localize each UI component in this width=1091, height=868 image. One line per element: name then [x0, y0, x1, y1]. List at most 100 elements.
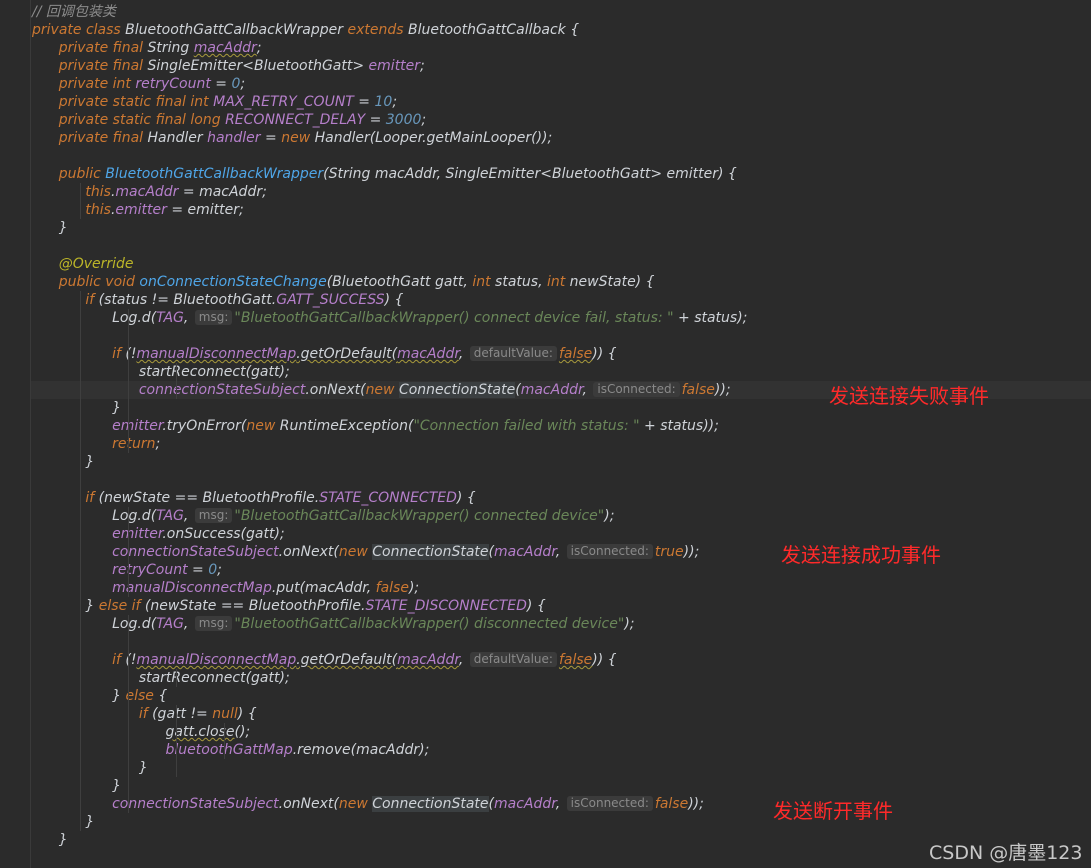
number: 3000: [385, 112, 422, 128]
keyword: new: [338, 544, 368, 560]
method-call: .put(macAddr,: [271, 580, 376, 596]
code-line: public void onConnectionStateChange(Blue…: [32, 273, 747, 291]
code-line: startReconnect(gatt);: [32, 669, 747, 687]
code-editor[interactable]: // 回调包装类 private class BluetoothGattCall…: [0, 0, 1091, 868]
code-line: }: [32, 759, 747, 777]
indent-guide: [128, 651, 129, 669]
watermark: CSDN @唐墨123: [929, 842, 1083, 864]
keyword: final: [155, 94, 186, 110]
code-line: this.emitter = emitter;: [32, 201, 747, 219]
method-call: .getOrDefault(: [296, 652, 398, 668]
method-call: .onSuccess(gatt);: [162, 526, 285, 542]
code-line: }: [32, 399, 747, 417]
indent-guide: [128, 741, 129, 759]
keyword: private: [58, 40, 109, 56]
indent-guide: [80, 651, 81, 669]
field: macAddr: [193, 40, 257, 56]
indent-guide: [80, 687, 81, 705]
constant: GATT_SUCCESS: [276, 292, 385, 308]
code-line: startReconnect(gatt);: [32, 363, 747, 381]
indent-guide: [80, 327, 81, 345]
method-name: BluetoothGattCallbackWrapper: [105, 166, 324, 182]
field: bluetoothGattMap: [165, 742, 293, 758]
keyword: final: [155, 112, 186, 128]
indent-guide: [128, 507, 129, 525]
code-line: if (!manualDisconnectMap.getOrDefault(ma…: [32, 345, 747, 363]
constant: TAG: [156, 616, 184, 632]
code-line: }: [32, 777, 747, 795]
keyword: false: [654, 796, 689, 812]
keyword: int: [112, 76, 131, 92]
gutter-divider: [30, 0, 31, 868]
keyword: private: [58, 76, 109, 92]
code-line: emitter.onSuccess(gatt);: [32, 525, 747, 543]
indent-guide: [128, 543, 129, 561]
expression: = macAddr;: [178, 184, 267, 200]
method-call: .onNext(: [278, 544, 339, 560]
class-name: BluetoothGattCallbackWrapper: [125, 22, 344, 38]
field: manualDisconnectMap: [112, 580, 272, 596]
keyword: new: [246, 418, 276, 434]
string: "Connection failed with status: ": [413, 418, 640, 434]
keyword: this: [85, 184, 111, 200]
keyword: static: [112, 94, 152, 110]
keyword: public: [58, 166, 101, 182]
indent-guide: [80, 543, 81, 561]
indent-guide: [80, 795, 81, 813]
indent-guide: [80, 633, 81, 651]
indent-guide: [80, 777, 81, 795]
expression: ) {: [384, 292, 404, 308]
code-line: connectionStateSubject.onNext(new Connec…: [32, 381, 747, 399]
indent-guide: [128, 633, 129, 651]
code-line: private static final long RECONNECT_DELA…: [58, 112, 427, 128]
code-line: private class BluetoothGattCallbackWrapp…: [32, 22, 580, 38]
keyword: new: [365, 382, 395, 398]
field: emitter: [115, 202, 167, 218]
field: macAddr: [397, 652, 459, 668]
code-line: private static final int MAX_RETRY_COUNT…: [58, 94, 398, 110]
brace: }: [112, 778, 122, 794]
expression: )) {: [592, 652, 617, 668]
expression: ) {: [237, 706, 257, 722]
code-area[interactable]: // 回调包装类 private class BluetoothGattCall…: [32, 3, 747, 849]
keyword: false: [375, 580, 409, 596]
indent-guide: [128, 309, 129, 327]
indent-guide: [80, 453, 81, 471]
indent-guide: [80, 597, 81, 615]
brace: }: [58, 832, 68, 848]
keyword: private: [58, 130, 109, 146]
indent-guide: [128, 435, 129, 453]
field: macAddr: [397, 346, 459, 362]
indent-guide: [80, 345, 81, 363]
keyword: if: [85, 292, 95, 308]
expression: );: [624, 616, 635, 632]
keyword: private: [58, 112, 109, 128]
indent-guide: [80, 381, 81, 399]
indent-guide: [80, 489, 81, 507]
brace: {: [153, 688, 168, 704]
code-line: if (status != BluetoothGatt.GATT_SUCCESS…: [32, 291, 747, 309]
expression: + status));: [639, 418, 719, 434]
keyword: long: [190, 112, 221, 128]
keyword: final: [112, 40, 144, 56]
indent-guide: [224, 741, 225, 759]
code-line: }: [32, 813, 747, 831]
keyword: private: [32, 22, 82, 38]
constant: TAG: [156, 310, 184, 326]
indent-guide: [128, 777, 129, 795]
code-line: return;: [32, 435, 747, 453]
indent-guide: [80, 561, 81, 579]
code-line: } else {: [32, 687, 747, 705]
brace: }: [85, 454, 95, 470]
method-call: .remove(macAddr);: [292, 742, 430, 758]
brace: }: [112, 688, 126, 704]
code-line: private final SingleEmitter<BluetoothGat…: [58, 58, 425, 74]
keyword: false: [681, 382, 715, 398]
code-line: }: [32, 831, 747, 849]
indent-guide: [80, 669, 81, 687]
class-name: ConnectionState: [372, 796, 489, 812]
type: Handler: [147, 130, 203, 146]
field: retryCount: [112, 562, 188, 578]
method-call: startReconnect(gatt);: [138, 364, 290, 380]
number: 0: [231, 76, 241, 92]
